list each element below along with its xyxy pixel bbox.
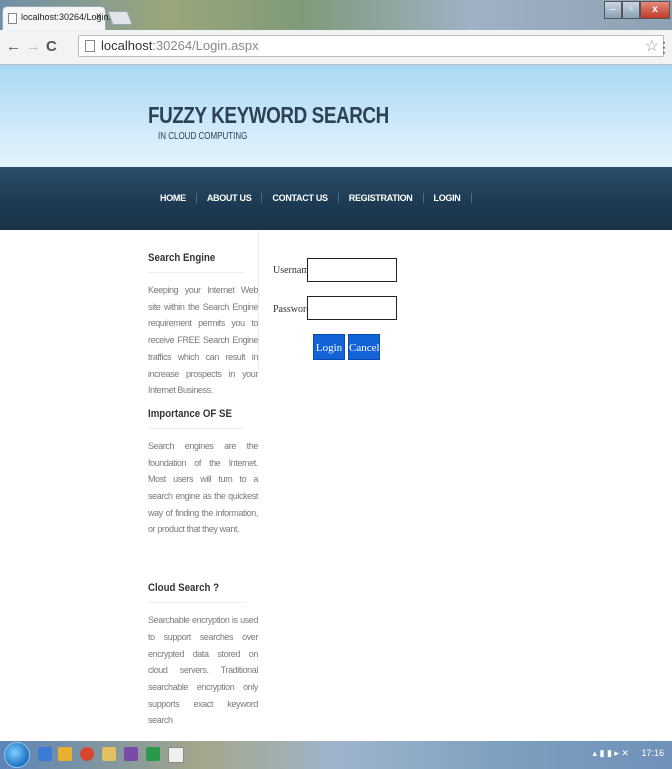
tab-close-icon[interactable]: x: [96, 11, 101, 22]
back-arrow-icon[interactable]: ←: [6, 38, 21, 55]
app-icon[interactable]: [102, 747, 116, 761]
login-button[interactable]: Login: [313, 334, 345, 360]
site-header: FUZZY KEYWORD SEARCH IN CLOUD COMPUTING: [0, 65, 672, 167]
app-icon[interactable]: [146, 747, 160, 761]
url-text: localhost:30264/Login.aspx: [101, 38, 259, 53]
page-icon: [85, 40, 95, 52]
site-subtitle: IN CLOUD COMPUTING: [158, 131, 248, 142]
nav-home[interactable]: HOME: [148, 193, 196, 203]
sidebar: Search Engine Keeping your Internet Web …: [148, 230, 258, 729]
sidebar-section-cloud-search: Cloud Search ? Searchable encryption is …: [148, 582, 258, 729]
sidebar-text: Searchable encryption is used to support…: [148, 615, 258, 726]
minimize-icon[interactable]: –: [604, 1, 622, 19]
forward-arrow-icon[interactable]: →: [26, 38, 41, 55]
chrome-icon[interactable]: [80, 747, 94, 761]
browser-toolbar: ← → C localhost:30264/Login.aspx ☆: [0, 30, 672, 65]
username-input[interactable]: [307, 258, 397, 282]
folder-icon[interactable]: [58, 747, 72, 761]
sidebar-heading: Cloud Search ?: [148, 582, 245, 604]
close-icon[interactable]: x: [640, 1, 670, 19]
main-navigation: HOME ABOUT US CONTACT US REGISTRATION LO…: [0, 167, 672, 230]
page-icon: [8, 13, 17, 24]
explorer-icon[interactable]: [38, 747, 52, 761]
nav-registration[interactable]: REGISTRATION: [337, 193, 423, 203]
taskbar: ▴ ▮ ▮ ▸ ✕ 17:16: [0, 741, 672, 769]
password-input[interactable]: [307, 296, 397, 320]
maximize-icon[interactable]: ▫: [622, 1, 640, 19]
cancel-button[interactable]: Cancel: [348, 334, 380, 360]
sidebar-section-importance: Importance OF SE Search engines are the …: [148, 408, 258, 538]
sidebar-text: Keeping your Internet Web site within th…: [148, 285, 258, 396]
address-bar[interactable]: localhost:30264/Login.aspx ☆: [78, 35, 664, 57]
reload-icon[interactable]: C: [46, 38, 57, 55]
sidebar-text: Search engines are the foundation of the…: [148, 440, 258, 535]
browser-titlebar: localhost:30264/Login.asp x – ▫ x: [0, 0, 672, 30]
nav-login[interactable]: LOGIN: [422, 193, 472, 203]
sidebar-heading: Search Engine: [148, 252, 245, 273]
system-tray: ▴ ▮ ▮ ▸ ✕ 17:16: [592, 748, 664, 759]
menu-icon[interactable]: ⋮: [657, 39, 671, 56]
browser-tab[interactable]: localhost:30264/Login.asp x: [2, 6, 126, 30]
start-button[interactable]: [4, 742, 30, 768]
site-title: FUZZY KEYWORD SEARCH: [148, 102, 389, 128]
app-icon[interactable]: [168, 747, 184, 763]
sidebar-section-search-engine: Search Engine Keeping your Internet Web …: [148, 252, 258, 399]
tray-icons[interactable]: ▴ ▮ ▮ ▸ ✕: [592, 748, 628, 758]
window-controls: – ▫ x: [604, 1, 670, 19]
clock: 17:16: [641, 748, 664, 758]
login-form: Username : Password : Login Cancel: [258, 230, 419, 370]
visual-studio-icon[interactable]: [124, 747, 138, 761]
nav-about-us[interactable]: ABOUT US: [195, 193, 262, 203]
nav-contact-us[interactable]: CONTACT US: [261, 193, 337, 203]
sidebar-heading: Importance OF SE: [148, 408, 245, 429]
new-tab-button[interactable]: [107, 11, 133, 25]
